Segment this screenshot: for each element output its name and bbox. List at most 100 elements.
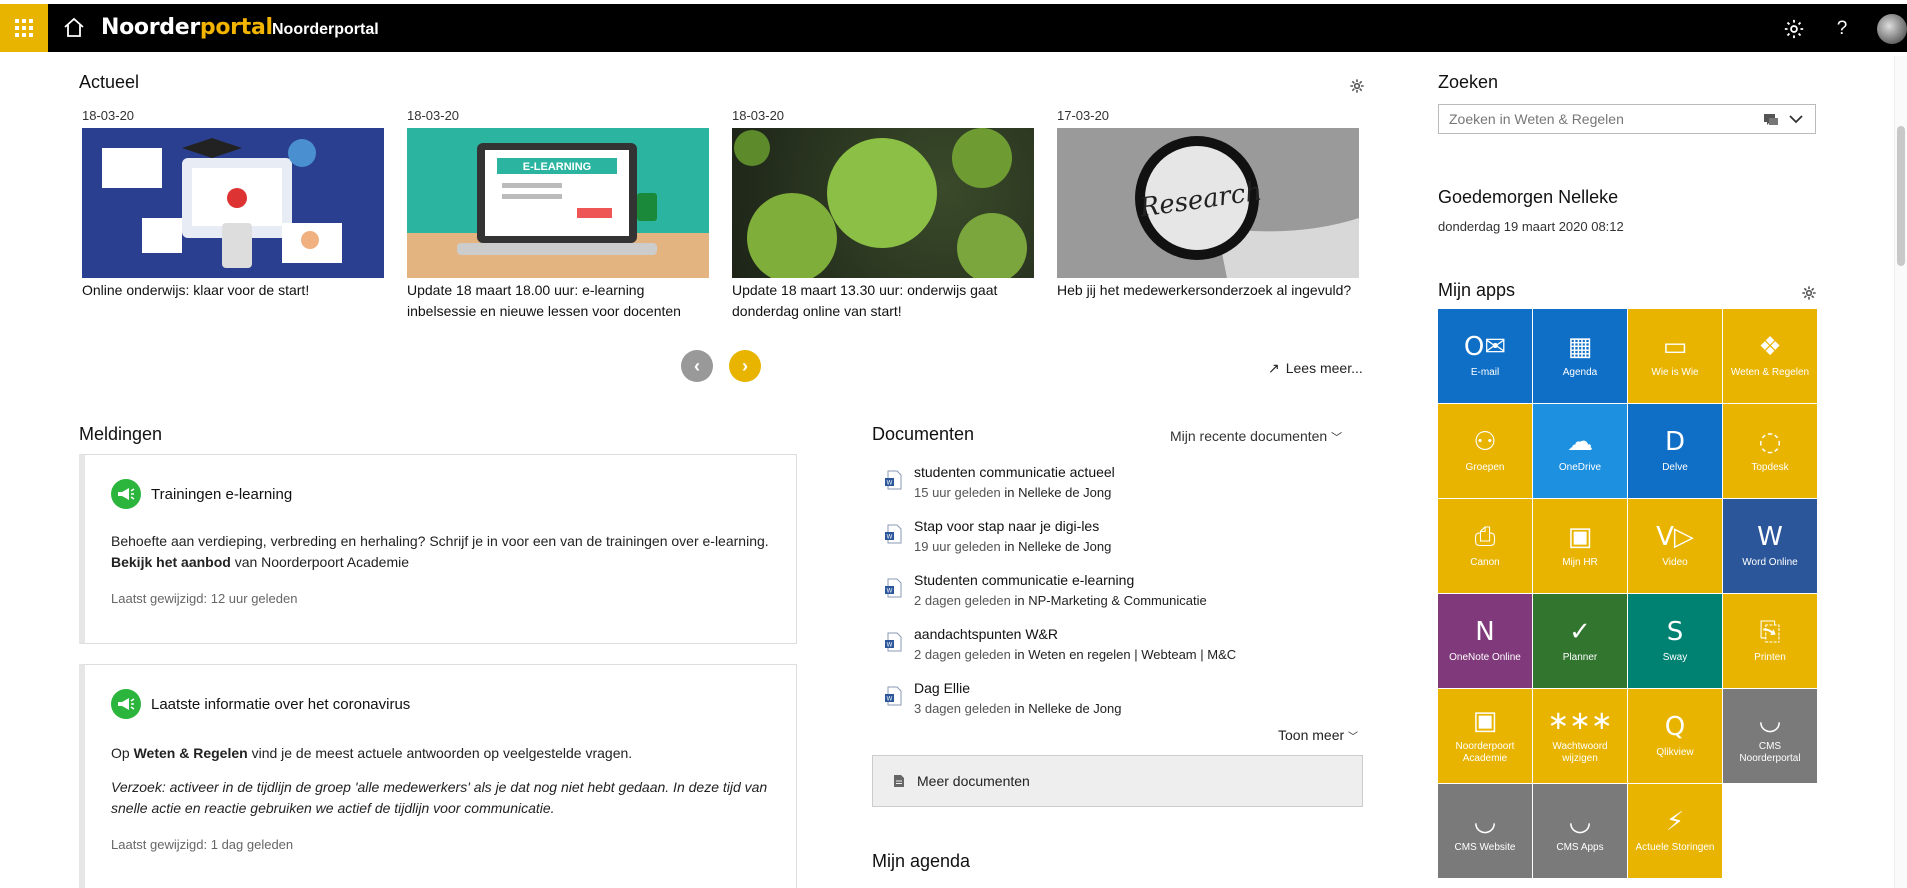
chevron-down-icon: ﹀ [1331,432,1343,444]
app-tile-cms-website[interactable]: ◡ CMS Website [1438,784,1532,878]
app-tile-topdesk[interactable]: ◌ Topdesk [1723,404,1817,498]
arrow-up-right-icon: ↗ [1268,360,1280,376]
app-tile-delve[interactable]: D Delve [1628,404,1722,498]
carousel-prev-button[interactable]: ‹ [681,350,713,382]
wie-is-wie-icon: ▭ [1662,332,1688,362]
app-tile-mijn-hr[interactable]: ▣ Mijn HR [1533,499,1627,593]
news-caption[interactable]: Online onderwijs: klaar voor de start! [82,280,384,301]
document-name[interactable]: aandachtspunten W&R [914,626,1058,642]
news-image-online-education[interactable] [82,128,384,278]
document-name[interactable]: Stap voor stap naar je digi-les [914,518,1099,534]
app-tile-label: Agenda [1562,367,1598,378]
notification-body: Op Weten & Regelen vind je de meest actu… [111,745,633,761]
svg-text:W: W [887,481,893,487]
greeting-text: Goedemorgen Nelleke [1438,187,1619,207]
document-meta: 19 uur geleden in Nelleke de Jong [914,539,1112,554]
show-more-button[interactable]: Toon meer ﹀ [1278,727,1358,743]
app-tile-sway[interactable]: S Sway [1628,594,1722,688]
document-name[interactable]: studenten communicatie actueel [914,464,1115,480]
app-tile-label: Noorderpoort Academie [1455,741,1515,764]
onedrive-icon: ☁ [1567,427,1593,457]
document-item[interactable]: W Studenten communicatie e-learning 2 da… [882,572,1362,622]
notification-body: Behoefte aan verdieping, verbreding en h… [111,533,769,570]
document-item[interactable]: W studenten communicatie actueel 15 uur … [882,464,1362,514]
word-document-icon: W [885,524,902,544]
app-tile-onedrive[interactable]: ☁ OneDrive [1533,404,1627,498]
actueel-title: Actueel [79,72,140,92]
help-icon[interactable]: ? [1831,18,1853,40]
app-tile-cms-noorderportal[interactable]: ◡ CMS Noorderportal [1723,689,1817,783]
app-tile-weten-regelen[interactable]: ❖ Weten & Regelen [1723,309,1817,403]
app-tile-noorderpoort-academie[interactable]: ▣ Noorderpoort Academie [1438,689,1532,783]
megaphone-icon [111,479,141,509]
notification-card: Trainingen e-learning Behoefte aan verdi… [79,454,797,644]
news-caption[interactable]: Heb jij het medewerkersonderzoek al inge… [1057,280,1359,301]
cms-apps-icon: ◡ [1568,807,1592,837]
carousel-next-button[interactable]: › [729,350,761,382]
news-caption[interactable]: Update 18 maart 18.00 uur: e-learning in… [407,280,709,322]
app-tile-cms-apps[interactable]: ◡ CMS Apps [1533,784,1627,878]
news-item[interactable]: 17-03-20 Research Heb jij het medewerker… [1057,108,1359,301]
e-learning-image-text: E-LEARNING [523,161,591,173]
user-avatar[interactable] [1877,14,1907,44]
app-launcher-button[interactable] [0,4,48,52]
svg-text:W: W [887,535,893,541]
app-tile-wachtwoord-wijzigen[interactable]: ∗∗∗ Wachtwoord wijzigen [1533,689,1627,783]
notification-note: Verzoek: activeer in de tijdlijn de groe… [111,779,768,816]
app-tile-video[interactable]: V▷ Video [1628,499,1722,593]
read-more-link[interactable]: ↗ Lees meer... [1268,360,1363,377]
news-image-research[interactable]: Research [1057,128,1359,278]
search-input[interactable]: Zoeken in Weten & Regelen [1438,104,1816,134]
app-tile-qlikview[interactable]: Q Qlikview [1628,689,1722,783]
portal-logo[interactable]: Noorderportal [101,15,273,40]
news-caption[interactable]: Update 18 maart 13.30 uur: onderwijs gaa… [732,280,1034,322]
notification-title[interactable]: Laatste informatie over het coronavirus [151,696,410,713]
documents-filter-dropdown[interactable]: Mijn recente documenten ﹀ [1170,428,1342,445]
app-tile-label: Topdesk [1751,462,1789,473]
app-tile-wie-is-wie[interactable]: ▭ Wie is Wie [1628,309,1722,403]
apps-grid: O✉ E-mail ▦ Agenda ▭ Wie is Wie ❖ Weten & Regel… [1438,309,1817,878]
document-item[interactable]: W aandachtspunten W&R 2 dagen geleden in… [882,626,1362,676]
news-item[interactable]: 18-03-20 Update 18 maart 13.30 uur: onde… [732,108,1034,322]
app-tile-planner[interactable]: ✓ Planner [1533,594,1627,688]
actueel-settings-gear-icon[interactable] [1349,78,1365,94]
megaphone-icon [111,689,141,719]
chevron-down-icon[interactable] [1789,115,1803,124]
home-icon[interactable] [62,16,86,40]
search-scope-icon[interactable] [1763,113,1779,127]
settings-gear-icon[interactable] [1783,18,1805,40]
app-tile-groepen[interactable]: ⚇ Groepen [1438,404,1532,498]
document-item[interactable]: W Dag Ellie 3 dagen geleden in Nelleke d… [882,680,1362,730]
document-icon [894,775,904,787]
site-title[interactable]: Noorderportal [272,21,379,39]
news-item[interactable]: 18-03-20 Online onderwijs: klaar voor de… [82,108,384,301]
app-tile-word-online[interactable]: W Word Online [1723,499,1817,593]
mijn-apps-title: Mijn apps [1438,280,1516,300]
news-image-e-learning[interactable]: E-LEARNING [407,128,709,278]
news-item[interactable]: 18-03-20 E-LEARNING Update 18 maart 18.0… [407,108,709,322]
notification-link[interactable]: Weten & Regelen [134,745,248,761]
app-tile-label: CMS Noorderportal [1739,741,1801,764]
document-name[interactable]: Dag Ellie [914,680,970,696]
app-tile-label: OneDrive [1558,462,1602,473]
app-tile-agenda[interactable]: ▦ Agenda [1533,309,1627,403]
printen-icon: ⎘ [1759,617,1781,647]
document-name[interactable]: Studenten communicatie e-learning [914,572,1134,588]
notification-title[interactable]: Trainingen e-learning [151,486,292,503]
app-tile-actuele-storingen[interactable]: ⚡ Actuele Storingen [1628,784,1722,878]
svg-text:W: W [887,697,893,703]
scrollbar-thumb[interactable] [1897,126,1905,266]
notification-link[interactable]: Bekijk het aanbod [111,554,231,570]
page-scrollbar[interactable] [1894,56,1907,888]
app-tile-printen[interactable]: ⎘ Printen [1723,594,1817,688]
news-image-virus[interactable] [732,128,1034,278]
document-item[interactable]: W Stap voor stap naar je digi-les 19 uur… [882,518,1362,568]
delve-icon: D [1664,427,1686,457]
documenten-title: Documenten [872,424,975,444]
more-documents-button[interactable]: Meer documenten [872,755,1363,807]
app-tile-onenote-online[interactable]: N OneNote Online [1438,594,1532,688]
app-tile-e-mail[interactable]: O✉ E-mail [1438,309,1532,403]
app-tile-label: Planner [1562,652,1598,663]
app-tile-canon[interactable]: ⎙ Canon [1438,499,1532,593]
apps-settings-gear-icon[interactable] [1801,285,1817,301]
